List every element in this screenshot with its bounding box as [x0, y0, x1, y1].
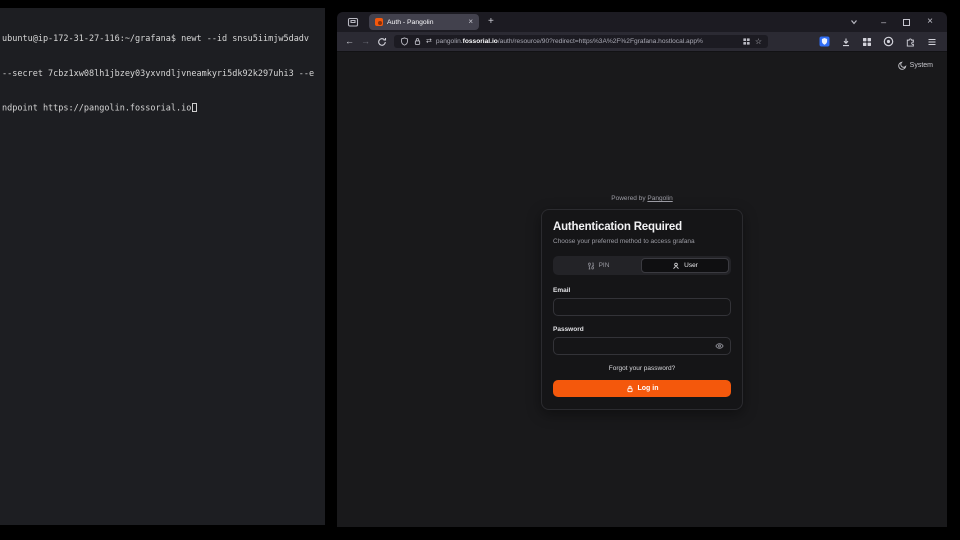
terminal-line: ndpoint https://pangolin.fossorial.io	[2, 103, 323, 115]
email-field[interactable]	[553, 298, 731, 316]
close-window-button[interactable]: ×	[927, 17, 933, 27]
url-bar[interactable]: ⇄ pangolin.fossorial.io/auth/resource/90…	[394, 35, 768, 48]
bitwarden-extension-icon[interactable]	[819, 36, 830, 47]
terminal-cursor	[192, 103, 197, 112]
browser-toolbar: ← → ⇄ pangolin.fossorial.io/auth/resourc…	[337, 32, 947, 51]
lock-icon[interactable]	[413, 37, 422, 46]
tab-user[interactable]: User	[641, 258, 729, 273]
pangolin-link[interactable]: Pangolin	[647, 195, 672, 202]
terminal-window[interactable]: ubuntu@ip-172-31-27-116:~/grafana$ newt …	[0, 8, 325, 525]
split-view-grid-icon[interactable]	[862, 37, 872, 47]
page-content: System Powered by Pangolin Authenticatio…	[337, 51, 947, 527]
theme-toggle-label: System	[910, 62, 933, 69]
back-button[interactable]: ←	[345, 37, 354, 46]
auth-method-tabs: PIN User	[553, 256, 731, 275]
tab-pin[interactable]: PIN	[555, 258, 641, 273]
browser-window: Auth - Pangolin × + – × ← → ⇄ pangol	[337, 12, 947, 527]
maximize-button[interactable]	[903, 19, 910, 26]
theme-toggle[interactable]: System	[898, 61, 933, 70]
downloads-icon[interactable]	[841, 37, 851, 47]
keypad-binary-icon	[587, 262, 595, 270]
terminal-line: --secret 7cbz1xw08lh1jbzey03yxvndljvneam…	[2, 69, 323, 81]
url-text[interactable]: pangolin.fossorial.io/auth/resource/90?r…	[436, 38, 738, 45]
email-label: Email	[553, 287, 731, 294]
forward-button[interactable]: →	[361, 37, 370, 46]
extensions-puzzle-icon[interactable]	[905, 36, 916, 47]
new-tab-button[interactable]: +	[488, 17, 494, 27]
translate-arrows-icon[interactable]: ⇄	[426, 38, 432, 45]
tab-title: Auth - Pangolin	[387, 19, 464, 26]
auth-card: Authentication Required Choose your pref…	[541, 209, 743, 410]
container-grid-icon[interactable]	[742, 37, 751, 46]
powered-by: Powered by Pangolin	[541, 195, 743, 202]
tab-close-icon[interactable]: ×	[468, 18, 473, 26]
terminal-line: ubuntu@ip-172-31-27-116:~/grafana$ newt …	[2, 34, 323, 46]
password-label: Password	[553, 326, 731, 333]
forgot-password-link[interactable]: Forgot your password?	[553, 365, 731, 372]
minimize-button[interactable]: –	[881, 18, 886, 27]
tab-list-chevron-icon[interactable]	[849, 17, 859, 27]
login-lock-icon	[626, 385, 634, 393]
tab-bar: Auth - Pangolin × + – ×	[337, 12, 947, 32]
firefox-view-icon[interactable]	[347, 16, 359, 28]
password-visibility-toggle-eye-icon[interactable]	[715, 342, 724, 351]
reload-button[interactable]	[377, 37, 387, 47]
menu-hamburger-icon[interactable]	[927, 37, 937, 47]
browser-tab[interactable]: Auth - Pangolin ×	[369, 14, 479, 30]
pangolin-favicon	[375, 18, 383, 26]
login-button[interactable]: Log in	[553, 380, 731, 397]
card-subtitle: Choose your preferred method to access g…	[553, 238, 731, 245]
record-circle-extension-icon[interactable]	[883, 36, 894, 47]
tracking-protection-shield-icon[interactable]	[400, 37, 409, 46]
card-title: Authentication Required	[553, 221, 731, 233]
password-field[interactable]	[553, 337, 731, 355]
user-icon	[672, 262, 680, 270]
moon-icon	[898, 61, 907, 70]
bookmark-star-icon[interactable]: ☆	[755, 38, 762, 46]
